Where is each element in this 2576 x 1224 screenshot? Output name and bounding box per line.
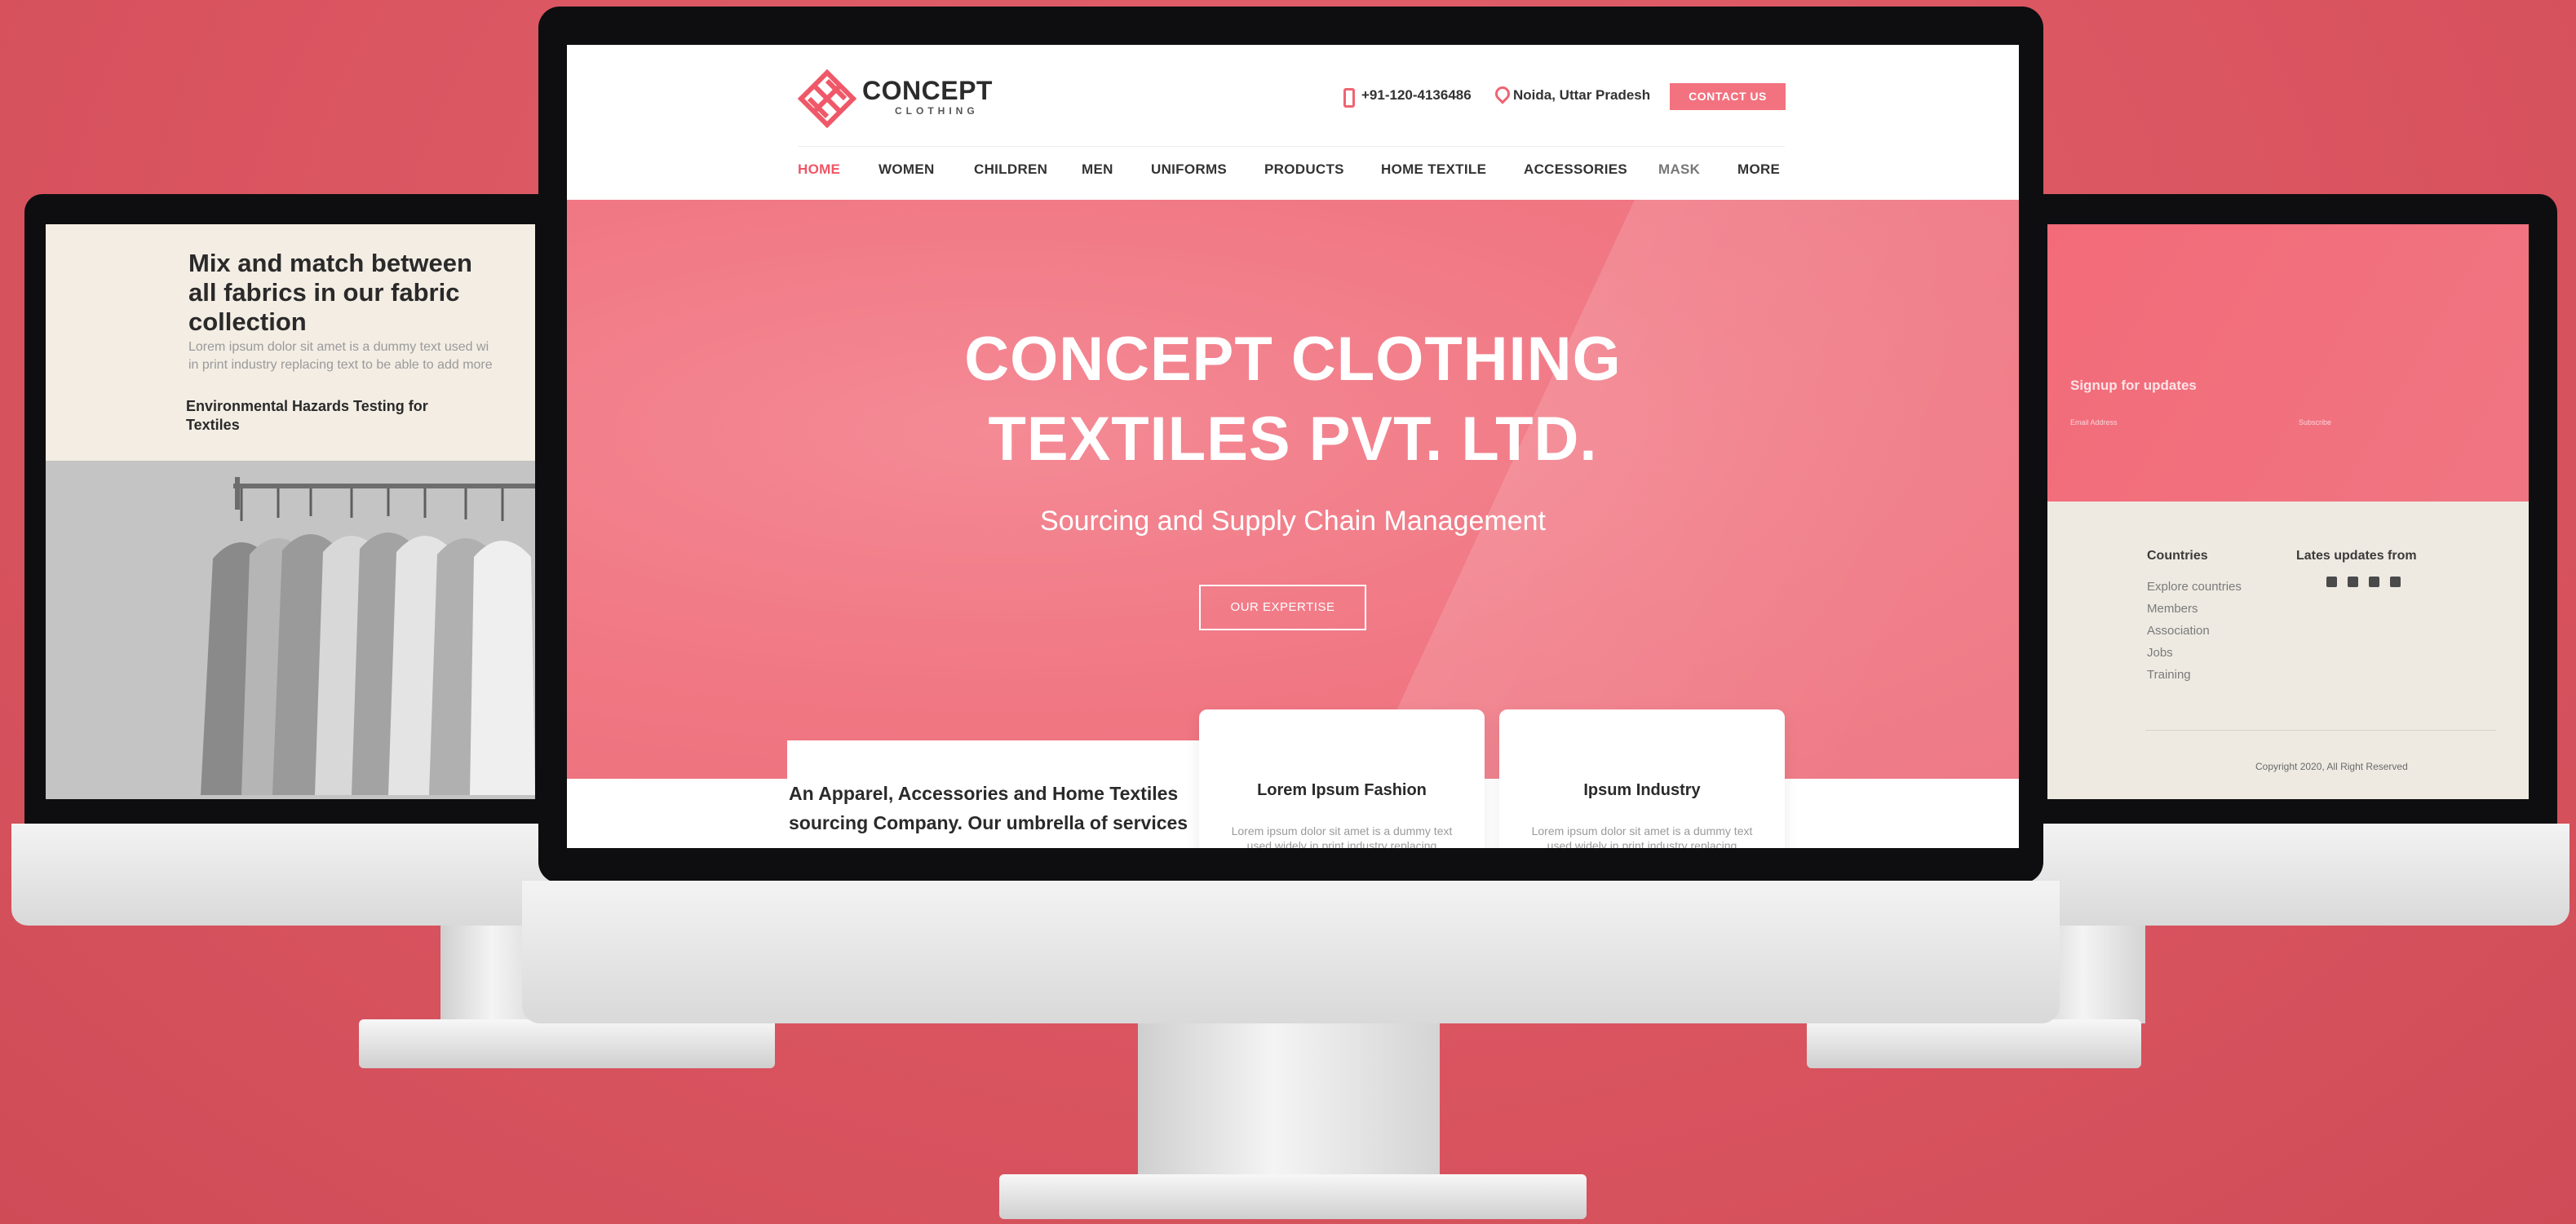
left-subheading[interactable]: Environmental Hazards Testing for Textil…: [186, 397, 463, 435]
phone-icon: [1343, 88, 1355, 108]
intro-text: An Apparel, Accessories and Home Textile…: [789, 779, 1213, 837]
email-field[interactable]: Email Address: [2070, 418, 2118, 426]
center-monitor-stand: [1138, 1023, 1440, 1178]
footer-link[interactable]: Training: [2147, 668, 2191, 682]
right-monitor-chin: [2031, 824, 2569, 926]
footer-link[interactable]: Explore countries: [2147, 580, 2242, 594]
clothing-rack-illustration: [46, 461, 535, 799]
page-background: { "left_site": { "heading_lines": ["Mix …: [0, 0, 2576, 1224]
left-heading: Mix and match between all fabrics in our…: [188, 249, 515, 337]
left-heading-line: collection: [188, 307, 307, 336]
service-card[interactable]: Ipsum Industry Lorem ipsum dolor sit ame…: [1499, 709, 1785, 848]
concept-clothing-logo-icon[interactable]: [798, 69, 856, 128]
phone-number[interactable]: +91-120-4136486: [1361, 87, 1472, 104]
left-heading-line: Mix and match between: [188, 249, 472, 277]
nav-item-home-textile[interactable]: HOME TEXTILE: [1381, 161, 1486, 178]
twitter-icon[interactable]: [2326, 577, 2337, 587]
nav-item-mask[interactable]: MASK: [1658, 161, 1700, 178]
nav-item-more[interactable]: MORE: [1737, 161, 1780, 178]
right-signup-panel: [2047, 224, 2529, 502]
hero-subtitle: Sourcing and Supply Chain Management: [1040, 506, 1546, 537]
intro-line: sourcing Company. Our umbrella of servic…: [789, 812, 1188, 833]
left-heading-line: all fabrics in our fabric: [188, 278, 460, 307]
card-body: Lorem ipsum dolor sit amet is a dummy te…: [1531, 824, 1753, 848]
updates-heading: Lates updates from: [2296, 549, 2417, 563]
hero-title: CONCEPT CLOTHING TEXTILES PVT. LTD.: [567, 320, 2019, 479]
footer-link[interactable]: Jobs: [2147, 646, 2173, 660]
hero-title-line: CONCEPT CLOTHING: [964, 325, 1622, 394]
left-monitor-screen: Mix and match between all fabrics in our…: [46, 224, 535, 799]
nav-item-products[interactable]: PRODUCTS: [1264, 161, 1344, 178]
center-monitor-foot: [999, 1174, 1587, 1219]
left-subheading-line: Environmental Hazards Testing for: [186, 398, 428, 414]
left-subheading-line: Textiles: [186, 417, 240, 433]
nav-item-children[interactable]: CHILDREN: [974, 161, 1047, 178]
left-lorem-line: in print industry replacing text to be a…: [188, 358, 493, 372]
hero-title-line: TEXTILES PVT. LTD.: [988, 404, 1598, 474]
nav-item-women[interactable]: WOMEN: [879, 161, 935, 178]
right-monitor-screen: Signup for updates Email Address Subscri…: [2047, 224, 2529, 799]
center-monitor-chin: [522, 881, 2060, 1023]
site-header: CONCEPT CLOTHING +91-120-4136486 Noida, …: [567, 45, 2019, 200]
nav-item-home[interactable]: HOME: [798, 161, 840, 178]
copyright-text: Copyright 2020, All Right Reserved: [2255, 761, 2408, 772]
location-pin-icon: [1492, 83, 1513, 104]
location-text: Noida, Uttar Pradesh: [1513, 87, 1651, 103]
footer-link[interactable]: Association: [2147, 624, 2210, 638]
card-title: Ipsum Industry: [1583, 781, 1701, 799]
left-lorem: Lorem ipsum dolor sit amet is a dummy te…: [188, 338, 535, 374]
center-monitor-screen: CONCEPT CLOTHING +91-120-4136486 Noida, …: [567, 45, 2019, 848]
footer-link[interactable]: Members: [2147, 602, 2198, 616]
nav-item-accessories[interactable]: ACCESSORIES: [1524, 161, 1627, 178]
left-monitor-foot: [359, 1019, 775, 1068]
logo-title[interactable]: CONCEPT: [862, 76, 993, 106]
left-monitor-chin: [11, 824, 550, 926]
header-divider: [798, 146, 1785, 147]
contact-us-button[interactable]: CONTACT US: [1670, 83, 1786, 110]
signup-title: Signup for updates: [2070, 378, 2197, 393]
subscribe-button[interactable]: Subscribe: [2299, 418, 2331, 426]
logo-subtitle: CLOTHING: [895, 105, 979, 117]
intro-line: An Apparel, Accessories and Home Textile…: [789, 783, 1179, 804]
linkedin-icon[interactable]: [2348, 577, 2358, 587]
right-monitor-foot: [1807, 1019, 2141, 1068]
card-body: Lorem ipsum dolor sit amet is a dummy te…: [1231, 824, 1453, 848]
our-expertise-button[interactable]: OUR EXPERTISE: [1199, 585, 1366, 630]
hero-banner: CONCEPT CLOTHING TEXTILES PVT. LTD. Sour…: [567, 200, 2019, 779]
nav-item-men[interactable]: MEN: [1082, 161, 1113, 178]
left-lorem-line: Lorem ipsum dolor sit amet is a dummy te…: [188, 340, 489, 354]
clothing-rack-photo: [46, 461, 535, 799]
facebook-icon[interactable]: [2369, 577, 2379, 587]
nav-item-uniforms[interactable]: UNIFORMS: [1151, 161, 1227, 178]
service-card[interactable]: Lorem Ipsum Fashion Lorem ipsum dolor si…: [1199, 709, 1485, 848]
countries-heading: Countries: [2147, 549, 2208, 563]
card-title: Lorem Ipsum Fashion: [1257, 781, 1427, 799]
instagram-icon[interactable]: [2390, 577, 2401, 587]
footer-divider: [2145, 730, 2496, 731]
